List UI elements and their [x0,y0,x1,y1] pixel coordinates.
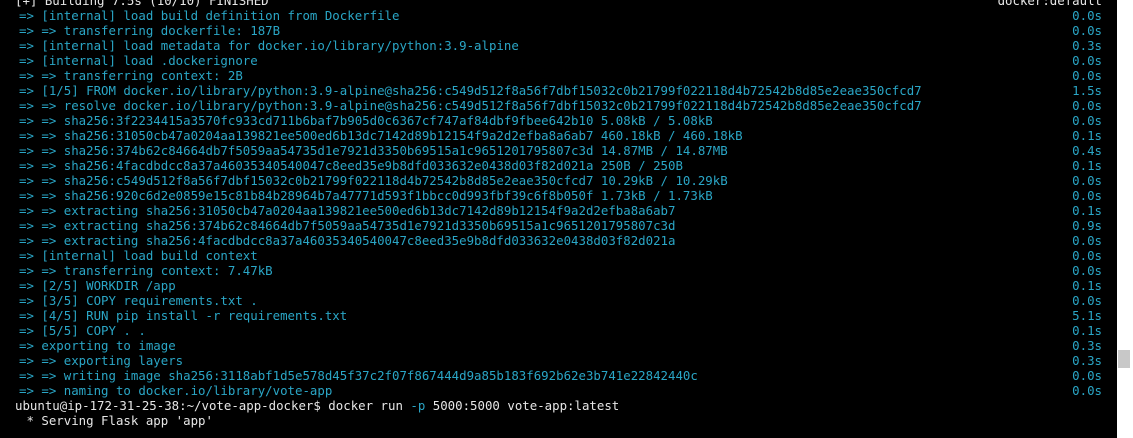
build-step-line: => => naming to docker.io/library/vote-a… [0,383,1110,398]
build-step-text: => [3/5] COPY requirements.txt . [19,293,258,308]
build-step-line: => => extracting sha256:374b62c84664db7f… [0,218,1110,233]
build-step-duration: 0.0s [1072,293,1102,308]
build-step-text: => => sha256:31050cb47a0204aa139821ee500… [19,128,743,143]
build-step-line: => => sha256:4facdbdcc8a37a4603534054004… [0,158,1110,173]
build-status: [+] Building 7.5s (10/10) FINISHED [15,0,269,8]
build-step-duration: 0.0s [1072,368,1102,383]
build-step-text: => [5/5] COPY . . [19,323,146,338]
build-step-duration: 0.0s [1072,98,1102,113]
build-step-duration: 0.0s [1072,233,1102,248]
build-step-text: => => sha256:374b62c84664db7f5059aa54735… [19,143,728,158]
prompt-command-suffix: 5000:5000 vote-app:latest [425,398,620,413]
build-step-duration: 0.0s [1072,263,1102,278]
build-step-text: => => transferring dockerfile: 187B [19,23,281,38]
build-step-line: => => sha256:c549d512f8a56f7dbf15032c0b2… [0,173,1110,188]
build-step-line: => => sha256:920c6d2e0859e15c81b84b28964… [0,188,1110,203]
build-step-text: => [internal] load .dockerignore [19,53,258,68]
build-step-duration: 0.3s [1072,338,1102,353]
build-step-duration: 0.1s [1072,158,1102,173]
build-step-duration: 0.4s [1072,143,1102,158]
build-step-duration: 0.1s [1072,203,1102,218]
build-step-duration: 0.1s [1072,278,1102,293]
prompt-command-prefix: ubuntu@ip-172-31-25-38:~/vote-app-docker… [15,398,411,413]
build-step-text: => => resolve docker.io/library/python:3… [19,98,922,113]
build-step-text: => => sha256:c549d512f8a56f7dbf15032c0b2… [19,173,728,188]
build-step-text: => [4/5] RUN pip install -r requirements… [19,308,348,323]
build-step-text: => => exporting layers [19,353,184,368]
build-step-duration: 0.0s [1072,53,1102,68]
build-step-line: => [4/5] RUN pip install -r requirements… [0,308,1110,323]
terminal-output: [+] Building 7.5s (10/10) FINISHED docke… [0,0,1110,428]
build-step-line: => => extracting sha256:4facdbdcc8a37a46… [0,233,1110,248]
flask-output: * Serving Flask app 'app' [19,413,213,428]
build-step-text: => => sha256:920c6d2e0859e15c81b84b28964… [19,188,713,203]
build-step-duration: 5.1s [1072,308,1102,323]
command-prompt-line[interactable]: ubuntu@ip-172-31-25-38:~/vote-app-docker… [0,398,1110,413]
build-step-duration: 0.0s [1072,68,1102,83]
build-step-text: => => sha256:3f2234415a3570fc933cd711b6b… [19,113,713,128]
build-step-text: => => sha256:4facdbdcc8a37a4603534054004… [19,158,683,173]
build-step-text: => => writing image sha256:3118abf1d5e57… [19,368,698,383]
build-step-text: => => extracting sha256:31050cb47a0204aa… [19,203,676,218]
build-step-text: => [2/5] WORKDIR /app [19,278,176,293]
build-step-text: => [internal] load build definition from… [19,8,400,23]
build-step-text: => => naming to docker.io/library/vote-a… [19,383,333,398]
build-step-line: => [internal] load .dockerignore 0.0s [0,53,1110,68]
build-step-line: => [internal] load metadata for docker.i… [0,38,1110,53]
build-step-line: => => extracting sha256:31050cb47a0204aa… [0,203,1110,218]
build-step-duration: 0.1s [1072,128,1102,143]
vertical-scrollbar[interactable] [1117,0,1133,438]
build-step-duration: 1.5s [1072,83,1102,98]
build-step-line: => => resolve docker.io/library/python:3… [0,98,1110,113]
build-step-line: => => transferring dockerfile: 187B 0.0s [0,23,1110,38]
build-step-line: => => transferring context: 7.47kB 0.0s [0,263,1110,278]
build-step-line: => [1/5] FROM docker.io/library/python:3… [0,83,1110,98]
build-step-duration: 0.0s [1072,383,1102,398]
build-step-text: => => extracting sha256:374b62c84664db7f… [19,218,676,233]
build-step-duration: 0.0s [1072,248,1102,263]
build-step-duration: 0.0s [1072,8,1102,23]
build-step-text: => => transferring context: 7.47kB [19,263,273,278]
build-step-duration: 0.3s [1072,353,1102,368]
build-step-line: => => sha256:31050cb47a0204aa139821ee500… [0,128,1110,143]
build-step-line: => => transferring context: 2B 0.0s [0,68,1110,83]
build-step-list: => [internal] load build definition from… [0,8,1110,398]
prompt-command-flag: -p [410,398,426,413]
build-step-duration: 0.0s [1072,173,1102,188]
build-step-line: => [2/5] WORKDIR /app 0.1s [0,278,1110,293]
build-step-duration: 0.0s [1072,113,1102,128]
build-step-duration: 0.1s [1072,323,1102,338]
build-step-duration: 0.9s [1072,218,1102,233]
scrollbar-thumb[interactable] [1118,350,1130,368]
build-step-line: => => exporting layers 0.3s [0,353,1110,368]
terminal-window[interactable]: [+] Building 7.5s (10/10) FINISHED docke… [0,0,1117,438]
build-step-text: => exporting to image [19,338,176,353]
build-step-line: => [internal] load build definition from… [0,8,1110,23]
build-step-line: => [internal] load build context 0.0s [0,248,1110,263]
build-step-line: => [5/5] COPY . . 0.1s [0,323,1110,338]
build-step-duration: 0.3s [1072,38,1102,53]
build-step-text: => [internal] load metadata for docker.i… [19,38,519,53]
build-step-text: => => extracting sha256:4facdbdcc8a37a46… [19,233,676,248]
build-step-duration: 0.0s [1072,23,1102,38]
build-step-text: => => transferring context: 2B [19,68,243,83]
build-step-line: => => sha256:3f2234415a3570fc933cd711b6b… [0,113,1110,128]
build-step-line: => => sha256:374b62c84664db7f5059aa54735… [0,143,1110,158]
build-step-line: => => writing image sha256:3118abf1d5e57… [0,368,1110,383]
build-step-line: => exporting to image 0.3s [0,338,1110,353]
build-step-duration: 0.0s [1072,188,1102,203]
build-step-text: => [1/5] FROM docker.io/library/python:3… [19,83,922,98]
build-status-line: [+] Building 7.5s (10/10) FINISHED docke… [0,0,1110,8]
build-step-text: => [internal] load build context [19,248,258,263]
build-step-line: => [3/5] COPY requirements.txt . 0.0s [0,293,1110,308]
command-prompt[interactable]: ubuntu@ip-172-31-25-38:~/vote-app-docker… [15,398,619,413]
builder-context: docker:default [997,0,1102,8]
flask-output-line: * Serving Flask app 'app' [0,413,1110,428]
